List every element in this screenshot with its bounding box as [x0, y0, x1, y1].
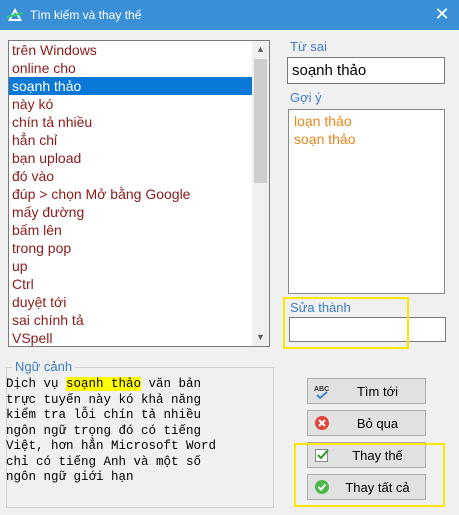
word-list-item[interactable]: hẳn chỉ	[9, 131, 269, 149]
context-line: ngôn ngữ trọng đó có tiếng	[6, 423, 202, 438]
word-list-item[interactable]: mấy đường	[9, 203, 269, 221]
context-line: ngôn ngữ giới hạn	[6, 470, 134, 484]
window-title: Tìm kiếm và thay thế	[30, 8, 142, 22]
context-line: chỉ có tiếng Anh và một số	[6, 454, 202, 469]
close-button[interactable]: ✕	[425, 0, 459, 30]
find-next-button[interactable]: ABC Tìm tới	[307, 378, 426, 404]
word-list-item[interactable]: online cho	[9, 59, 269, 77]
word-list-item[interactable]: up	[9, 257, 269, 275]
misspelled-words-list[interactable]: trên Windows online cho soạnh thảo này kó ch…	[8, 40, 270, 347]
word-list-item[interactable]: trên Windows	[9, 41, 269, 59]
ignore-label: Bỏ qua	[356, 416, 399, 431]
word-list-item[interactable]: trong pop	[9, 239, 269, 257]
context-label: Ngữ cảnh	[12, 359, 76, 374]
word-list-item[interactable]: đó vào	[9, 167, 269, 185]
spellcheck-icon: ABC	[314, 386, 329, 399]
context-line: kiểm tra lỗi chín tả nhiều	[6, 408, 202, 422]
cancel-icon	[315, 416, 329, 430]
scroll-up-icon[interactable]: ▲	[252, 41, 269, 58]
word-list-item[interactable]: chín tả nhiều	[9, 113, 269, 131]
suggestion-item[interactable]: soạn thảo	[294, 130, 439, 148]
context-text: Dịch vụ soạnh thảo văn bản trực tuyến nà…	[6, 377, 268, 486]
context-before: Dịch vụ	[6, 377, 67, 391]
context-line1-tail: văn bản	[141, 377, 202, 391]
word-list-item[interactable]: bạn upload	[9, 149, 269, 167]
misspelled-field[interactable]: soạnh thảo	[287, 57, 445, 84]
wordlist-scrollbar[interactable]: ▲ ▼	[252, 41, 269, 346]
word-list-item[interactable]: này kó	[9, 95, 269, 113]
suggestions-list[interactable]: loạn thảo soạn thảo	[288, 109, 445, 294]
app-logo-icon	[6, 8, 24, 21]
scroll-down-icon[interactable]: ▼	[252, 329, 269, 346]
word-list-item[interactable]: soạnh thảo	[9, 77, 252, 95]
context-line: Việt, hơn hẳn Microsoft Word	[6, 439, 217, 453]
word-list-item[interactable]: Ctrl	[9, 275, 269, 293]
scroll-thumb[interactable]	[254, 59, 267, 183]
word-list-item[interactable]: bấm lên	[9, 221, 269, 239]
suggestion-item[interactable]: loạn thảo	[294, 112, 439, 130]
word-list-item[interactable]: đúp > chọn Mở bằng Google	[9, 185, 269, 203]
ignore-button[interactable]: Bỏ qua	[307, 410, 426, 436]
suggestions-label: Gợi ý	[290, 90, 322, 105]
context-line: trực tuyến này kó khả năng	[6, 392, 202, 407]
word-list-item[interactable]: duyệt tới	[9, 293, 269, 311]
word-list-item[interactable]: VSpell	[9, 329, 269, 346]
misspelled-label: Từ sai	[290, 39, 327, 54]
find-next-label: Tìm tới	[356, 384, 399, 399]
annotation-highlight-replace	[294, 443, 445, 507]
title-bar: Tìm kiếm và thay thế ✕	[0, 0, 459, 30]
context-highlight-word: soạnh thảo	[66, 377, 142, 391]
annotation-highlight-correction	[283, 297, 409, 349]
word-list-item[interactable]: sai chính tả	[9, 311, 269, 329]
